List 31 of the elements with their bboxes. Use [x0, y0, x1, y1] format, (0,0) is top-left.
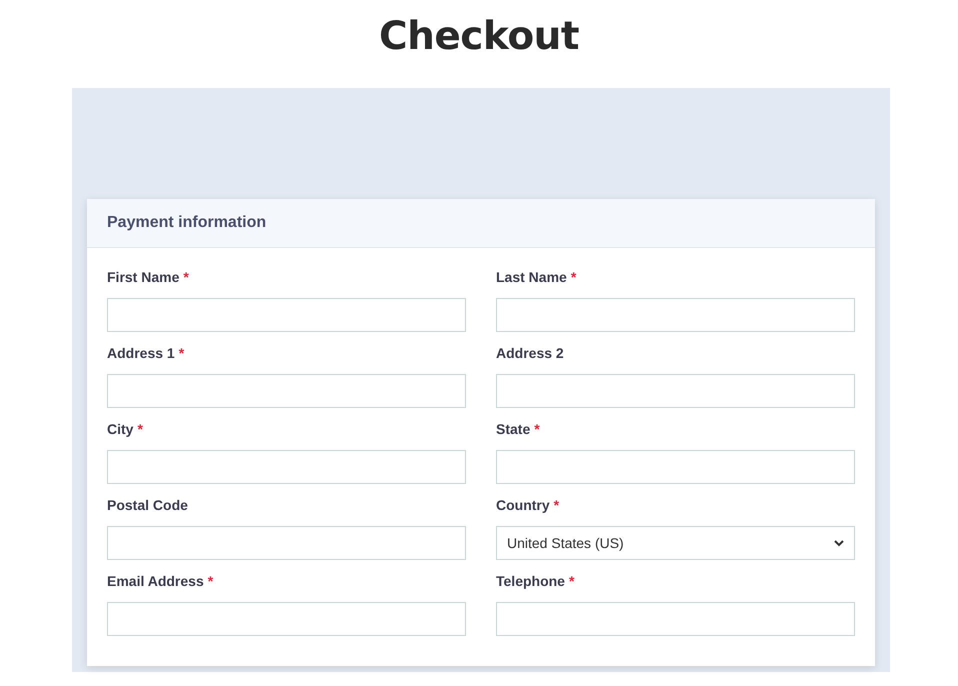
required-mark: * [570, 269, 576, 285]
input-field[interactable] [496, 602, 855, 636]
required-mark: * [137, 421, 143, 437]
field-label: Address 2 [496, 345, 564, 361]
field-label: Postal Code [107, 497, 188, 513]
required-mark: * [183, 269, 189, 285]
required-mark: * [554, 497, 560, 513]
required-mark: * [568, 573, 574, 589]
required-mark: * [178, 345, 184, 361]
field-label: State [496, 421, 530, 437]
field-label: First Name [107, 269, 180, 285]
required-mark: * [208, 573, 214, 589]
chevron-down-icon [834, 540, 844, 546]
input-field[interactable] [107, 374, 466, 408]
input-field[interactable] [107, 602, 466, 636]
field-label: Country [496, 497, 550, 513]
field-label: City [107, 421, 134, 437]
country-select[interactable]: United States (US) [496, 526, 855, 560]
input-field[interactable] [496, 298, 855, 332]
field-label: Last Name [496, 269, 567, 285]
input-field[interactable] [107, 298, 466, 332]
input-field[interactable] [107, 450, 466, 484]
input-field[interactable] [107, 526, 466, 560]
required-mark: * [534, 421, 540, 437]
field-label: Telephone [496, 573, 565, 589]
input-field[interactable] [496, 450, 855, 484]
field-label: Address 1 [107, 345, 175, 361]
field-label: Email Address [107, 573, 204, 589]
page-title: Checkout [378, 13, 580, 61]
input-field[interactable] [496, 374, 855, 408]
section-title: Payment information [107, 214, 266, 232]
